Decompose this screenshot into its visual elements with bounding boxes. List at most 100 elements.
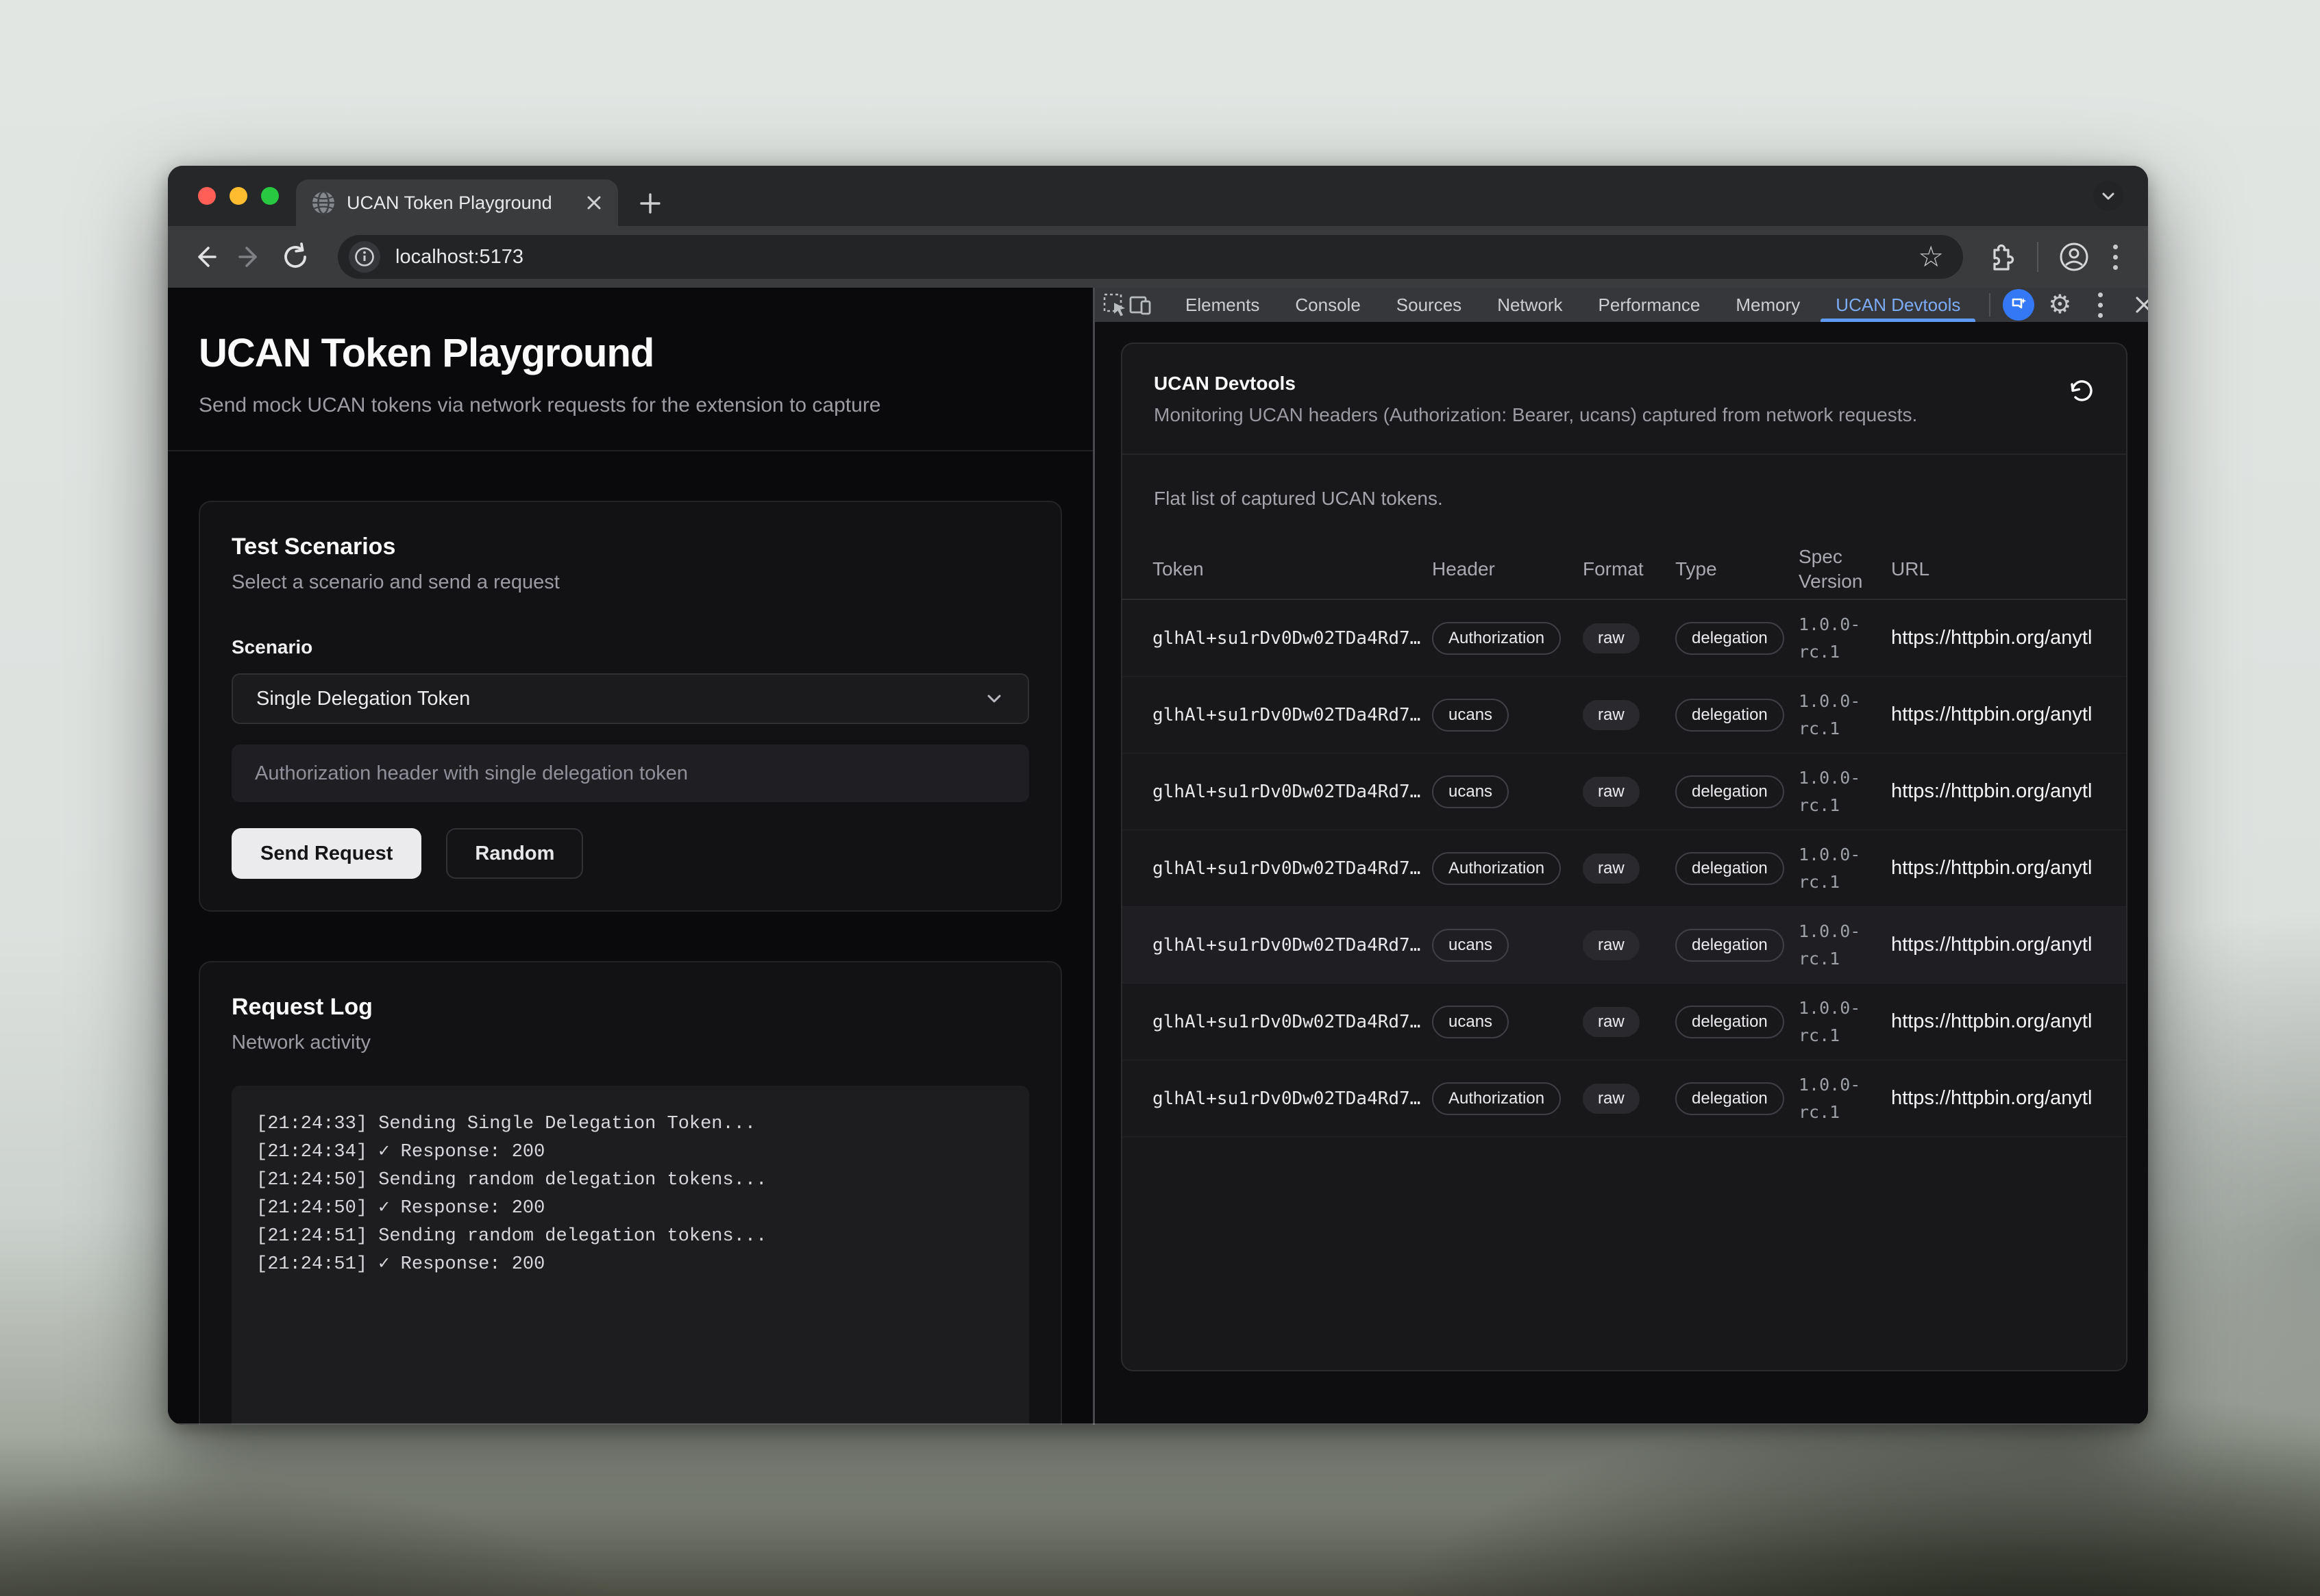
close-window-button[interactable] <box>198 187 216 205</box>
token-table-row[interactable]: glhAl+su1rDv0Dw02TDa4Rd7…Authorizationra… <box>1122 600 2126 677</box>
log-line: [21:24:33] Sending Single Delegation Tok… <box>256 1110 1004 1138</box>
header-cell: Authorization <box>1432 622 1583 655</box>
header-badge: Authorization <box>1432 622 1561 655</box>
type-cell: delegation <box>1675 699 1799 732</box>
puzzle-icon <box>1987 242 2016 271</box>
format-cell: raw <box>1583 930 1675 960</box>
request-log-card: Request Log Network activity [21:24:33] … <box>199 961 1062 1425</box>
format-badge: raw <box>1583 930 1640 960</box>
devtools-content: UCAN Devtools Monitoring UCAN headers (A… <box>1095 322 2148 1425</box>
header-cell: Authorization <box>1432 1082 1583 1115</box>
log-line: [21:24:51] Sending random delegation tok… <box>256 1223 1004 1251</box>
bookmark-star-icon[interactable]: ☆ <box>1918 242 1944 271</box>
token-table-row[interactable]: glhAl+su1rDv0Dw02TDa4Rd7…ucans raw delegat… <box>1122 907 2126 984</box>
tab-search-button[interactable] <box>2093 181 2123 211</box>
type-badge: delegation <box>1675 929 1784 962</box>
devtools-separator <box>1989 293 1990 316</box>
header-cell: ucans <box>1432 699 1583 732</box>
browser-toolbar: localhost:5173 ☆ <box>168 226 2148 288</box>
spec-version-value: 1.0.0-rc.1 <box>1799 841 1881 896</box>
devtools-tab-sources[interactable]: Sources <box>1379 288 1479 322</box>
spec-version-value: 1.0.0-rc.1 <box>1799 918 1881 973</box>
format-cell: raw <box>1583 700 1675 730</box>
profile-button[interactable] <box>2055 238 2093 276</box>
info-icon <box>354 247 375 267</box>
header-cell: ucans <box>1432 929 1583 962</box>
ucan-devtools-card: UCAN Devtools Monitoring UCAN headers (A… <box>1121 342 2127 1371</box>
refresh-icon[interactable] <box>2067 377 2096 406</box>
header-cell: ucans <box>1432 775 1583 808</box>
devtools-tab-console[interactable]: Console <box>1277 288 1378 322</box>
ai-panel-sparkle-icon <box>2009 295 2028 314</box>
scenario-description-box: Authorization header with single delegat… <box>232 745 1029 802</box>
ucan-panel-description: Monitoring UCAN headers (Authorization: … <box>1154 404 2095 426</box>
site-favicon-globe-icon <box>311 190 336 215</box>
back-button[interactable] <box>186 238 224 276</box>
browser-menu-button[interactable] <box>2100 245 2130 270</box>
format-cell: raw <box>1583 623 1675 653</box>
chevron-down-icon <box>2099 187 2117 205</box>
reload-icon <box>280 242 310 272</box>
extensions-button[interactable] <box>1982 238 2021 276</box>
url-text: localhost:5173 <box>395 246 1918 269</box>
log-line: [21:24:51] ✓ Response: 200 <box>256 1251 1004 1279</box>
devtools-tab-ucan-devtools[interactable]: UCAN Devtools <box>1818 288 1978 322</box>
format-cell: raw <box>1583 1007 1675 1037</box>
devtools-menu-button[interactable] <box>2085 292 2115 318</box>
type-badge: delegation <box>1675 1082 1784 1115</box>
device-toolbar-icon <box>1128 292 1154 318</box>
token-table-row[interactable]: glhAl+su1rDv0Dw02TDa4Rd7…ucansrawdelegat… <box>1122 677 2126 753</box>
devtools-tab-elements[interactable]: Elements <box>1168 288 1277 322</box>
column-header-token: Token <box>1152 557 1432 582</box>
header-badge: ucans <box>1432 929 1509 962</box>
column-header-header: Header <box>1432 557 1583 582</box>
page-title: UCAN Token Playground <box>199 330 1062 376</box>
token-table-header: TokenHeaderFormatTypeSpec VersionURL <box>1122 540 2126 600</box>
ai-assistance-button[interactable] <box>2003 289 2034 321</box>
zoom-window-button[interactable] <box>261 187 279 205</box>
devtools-tab-memory[interactable]: Memory <box>1718 288 1818 322</box>
scenario-select[interactable]: Single Delegation Token <box>232 673 1029 724</box>
type-badge: delegation <box>1675 775 1784 808</box>
forward-button[interactable] <box>231 238 269 276</box>
token-table-row[interactable]: glhAl+su1rDv0Dw02TDa4Rd7…ucansrawdelegat… <box>1122 753 2126 830</box>
token-table-row[interactable]: glhAl+su1rDv0Dw02TDa4Rd7…Authorizationra… <box>1122 1060 2126 1137</box>
type-badge: delegation <box>1675 852 1784 885</box>
address-bar[interactable]: localhost:5173 ☆ <box>338 235 1963 279</box>
token-value: glhAl+su1rDv0Dw02TDa4Rd7… <box>1152 1088 1432 1109</box>
format-badge: raw <box>1583 1084 1640 1114</box>
devtools-close-icon[interactable] <box>2132 292 2148 317</box>
tab-strip: UCAN Token Playground <box>168 166 2148 226</box>
device-toolbar-button[interactable] <box>1128 289 1154 321</box>
profile-avatar-icon <box>2058 241 2090 273</box>
token-list-caption: Flat list of captured UCAN tokens. <box>1122 455 2126 510</box>
token-value: glhAl+su1rDv0Dw02TDa4Rd7… <box>1152 935 1432 956</box>
column-header-url: URL <box>1891 557 2096 582</box>
devtools-settings-gear-icon[interactable]: ⚙ <box>2048 292 2071 318</box>
request-log-output: [21:24:33] Sending Single Delegation Tok… <box>232 1086 1029 1425</box>
token-table-row[interactable]: glhAl+su1rDv0Dw02TDa4Rd7…Authorizationra… <box>1122 830 2126 907</box>
new-tab-button[interactable] <box>637 190 663 216</box>
forward-arrow-icon <box>236 242 264 271</box>
format-badge: raw <box>1583 700 1640 730</box>
token-value: glhAl+su1rDv0Dw02TDa4Rd7… <box>1152 782 1432 802</box>
reload-button[interactable] <box>276 238 314 276</box>
devtools-tab-network[interactable]: Network <box>1479 288 1580 322</box>
window-controls <box>198 187 279 205</box>
tab-close-icon[interactable] <box>585 194 603 212</box>
token-table-row[interactable]: glhAl+su1rDv0Dw02TDa4Rd7…ucansrawdelegat… <box>1122 984 2126 1060</box>
header-badge: ucans <box>1432 699 1509 732</box>
back-arrow-icon <box>190 242 219 271</box>
inspect-element-button[interactable] <box>1102 289 1128 321</box>
request-url-value: https://httpbin.org/anytl <box>1891 857 2096 880</box>
request-url-value: https://httpbin.org/anytl <box>1891 780 2096 803</box>
spec-version-value: 1.0.0-rc.1 <box>1799 995 1881 1049</box>
send-request-button[interactable]: Send Request <box>232 828 421 879</box>
scenario-label: Scenario <box>232 636 1029 658</box>
type-cell: delegation <box>1675 1082 1799 1115</box>
devtools-tab-performance[interactable]: Performance <box>1581 288 1718 322</box>
site-info-button[interactable] <box>349 241 380 273</box>
random-button[interactable]: Random <box>446 828 583 879</box>
browser-tab[interactable]: UCAN Token Playground <box>296 179 618 226</box>
minimize-window-button[interactable] <box>230 187 247 205</box>
